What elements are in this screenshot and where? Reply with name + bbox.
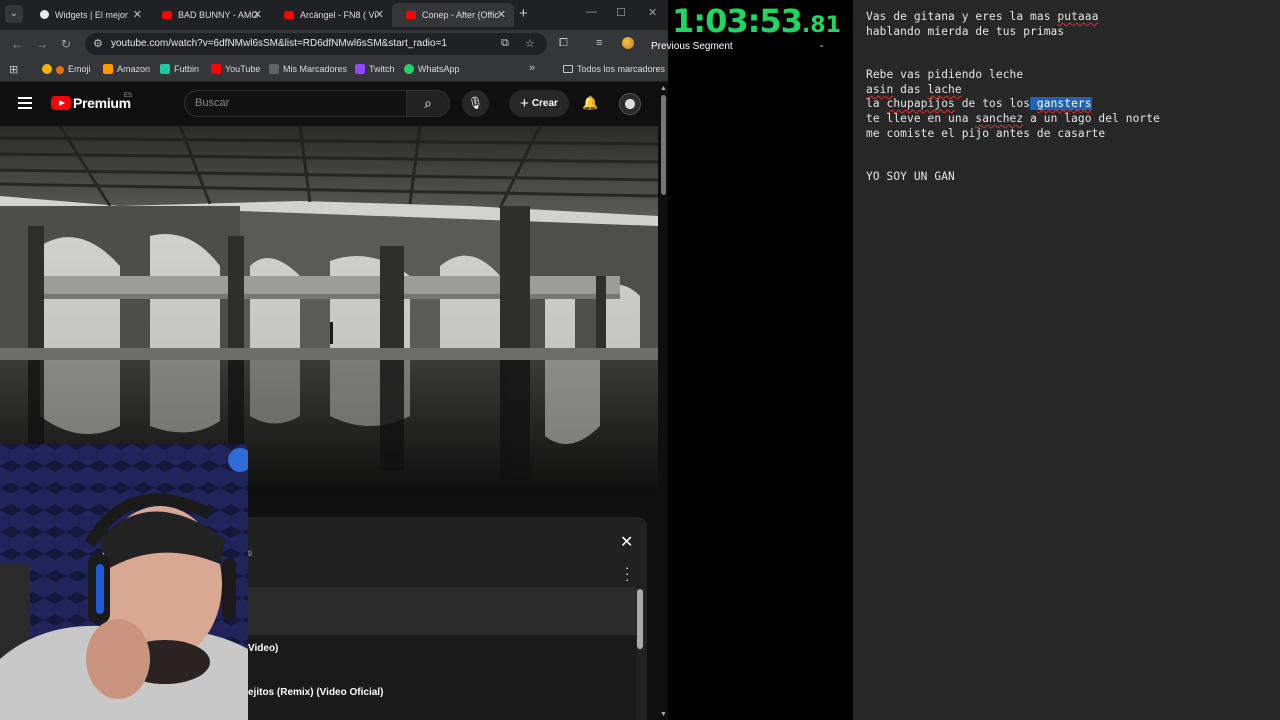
previous-segment-label: Previous Segment — [651, 41, 733, 52]
all-bookmarks-button[interactable]: Todos los marcadores — [563, 64, 665, 74]
bookmarks-bar: ⊞ Emoji Amazon Futbin YouTube Mis Marcad… — [0, 58, 668, 82]
tab-conep-active[interactable]: Conep - After (Offic ✕ — [392, 3, 514, 27]
youtube-favicon-icon — [284, 11, 294, 19]
twitch-icon — [355, 64, 365, 74]
bookmark-emoji[interactable]: Emoji — [42, 64, 91, 74]
scroll-down-icon[interactable]: ▼ — [660, 711, 667, 718]
tab-strip: ⌄ Widgets | El mejor ✕ BAD BUNNY - AMO ✕… — [0, 0, 668, 30]
bookmark-futbin[interactable]: Futbin — [160, 64, 199, 74]
search-input[interactable]: Buscar — [184, 90, 406, 117]
scroll-up-icon[interactable]: ▲ — [660, 85, 667, 92]
microphone-icon[interactable]: 🎙 — [462, 90, 489, 117]
tab-widgets[interactable]: Widgets | El mejor ✕ — [26, 3, 150, 27]
futbin-icon — [160, 64, 170, 74]
playlist-header: ti ✕ · · · — [240, 517, 647, 587]
media-controls-icon[interactable]: ≡ — [596, 37, 602, 49]
extensions-icon[interactable]: ⧠ — [559, 37, 568, 50]
folder-icon — [563, 65, 573, 73]
minimize-icon[interactable]: — — [586, 6, 597, 18]
video-player[interactable] — [0, 126, 658, 496]
forward-icon[interactable]: → — [36, 37, 48, 51]
close-tab-icon[interactable]: ✕ — [497, 3, 506, 27]
youtube-favicon-icon — [406, 11, 416, 19]
more-bookmarks-icon[interactable]: » — [529, 62, 535, 74]
widgets-favicon-icon — [40, 10, 49, 19]
tab-arcangel[interactable]: Arcángel - FN8 ( Vi ✕ — [270, 3, 392, 27]
close-tab-icon[interactable]: ✕ — [133, 3, 142, 27]
back-icon[interactable]: ← — [11, 37, 23, 51]
playlist-item-title: ejitos (Remix) (Video Oficial) — [248, 687, 384, 698]
playlist-panel: ti ✕ · · · Video) ejitos (Remix) (Video Of… — [240, 517, 647, 720]
youtube-premium-logo[interactable]: Premium — [73, 95, 131, 111]
youtube-logo-icon[interactable] — [51, 96, 71, 110]
webcam-overlay — [0, 444, 248, 720]
close-tab-icon[interactable]: ✕ — [375, 3, 384, 27]
youtube-masthead: Premium ES Buscar ⌕ 🎙 + Crear 🔔 — [0, 83, 660, 126]
folder-icon — [269, 64, 279, 74]
close-window-icon[interactable]: ✕ — [648, 6, 657, 19]
scrollbar-thumb[interactable] — [661, 95, 666, 195]
playlist-item[interactable]: Video) — [240, 635, 636, 679]
whatsapp-icon — [404, 64, 414, 74]
previous-segment-value: - — [820, 41, 824, 52]
region-code: ES — [124, 93, 133, 99]
close-tab-icon[interactable]: ✕ — [253, 3, 262, 27]
playlist-item-current[interactable] — [240, 587, 636, 635]
url-text: youtube.com/watch?v=6dfNMwl6sSM&list=RD6… — [111, 38, 447, 49]
more-options-icon[interactable]: · · · — [625, 561, 629, 586]
create-button[interactable]: + Crear — [509, 90, 569, 117]
bookmark-mis-marcadores[interactable]: Mis Marcadores — [269, 64, 347, 74]
note-line: asin das lache — [866, 83, 962, 96]
bookmark-twitch[interactable]: Twitch — [355, 64, 395, 74]
browser-window: ⌄ Widgets | El mejor ✕ BAD BUNNY - AMO ✕… — [0, 0, 668, 720]
bookmark-amazon[interactable]: Amazon — [103, 64, 150, 74]
playlist-item[interactable]: ejitos (Remix) (Video Oficial) — [240, 679, 636, 720]
search-icon[interactable]: ⌕ — [406, 90, 450, 117]
bookmark-whatsapp[interactable]: WhatsApp — [404, 64, 460, 74]
playlist-scrollbar[interactable] — [637, 589, 643, 649]
notifications-bell-icon[interactable]: 🔔 — [582, 95, 598, 111]
profile-avatar[interactable] — [622, 37, 634, 49]
playlist-subtitle: ti — [248, 549, 252, 558]
menu-icon[interactable] — [18, 97, 32, 109]
timer-main: 1:03:53 — [672, 2, 803, 40]
note-line: hablando mierda de tus primas — [866, 25, 1065, 38]
youtube-favicon-icon — [162, 11, 172, 19]
new-tab-button[interactable]: + — [519, 5, 528, 22]
fire-icon — [56, 66, 64, 74]
notes-editor[interactable]: Vas de gitana y eres la mas putaaa habla… — [853, 0, 1280, 720]
channel-avatar[interactable] — [619, 93, 641, 115]
reload-icon[interactable]: ↻ — [61, 37, 71, 51]
timer-centiseconds: .81 — [801, 13, 841, 38]
bookmark-star-icon[interactable]: ☆ — [525, 37, 535, 50]
install-app-icon[interactable]: ⧉ — [501, 37, 509, 50]
note-line: Rebe vas pidiendo leche — [866, 68, 1024, 81]
amazon-icon — [103, 64, 113, 74]
youtube-icon — [211, 64, 221, 74]
browser-toolbar: ← → ↻ ⚙ youtube.com/watch?v=6dfNMwl6sSM&… — [0, 30, 668, 58]
streamer-webcam-image — [0, 444, 248, 720]
close-playlist-icon[interactable]: ✕ — [620, 532, 633, 552]
note-line: YO SOY UN GAN — [866, 170, 955, 183]
note-line: te lleve en una sanchez a un lago del no… — [866, 112, 1160, 125]
page-scrollbar[interactable]: ▲ ▼ — [660, 83, 668, 720]
note-line: la chupapijos de tos los gansters — [866, 97, 1092, 110]
video-frame-image — [0, 126, 658, 496]
maximize-icon[interactable]: ☐ — [616, 6, 626, 19]
tab-search-button[interactable]: ⌄ — [5, 5, 23, 23]
playlist-item-title: Video) — [248, 643, 279, 654]
tab-bad-bunny[interactable]: BAD BUNNY - AMO ✕ — [148, 3, 270, 27]
speedrun-timer-panel: 1:03:53.81 — [668, 0, 853, 720]
apps-grid-icon[interactable]: ⊞ — [9, 63, 18, 76]
note-line: me comiste el pijo antes de casarte — [866, 127, 1106, 140]
note-line: Vas de gitana y eres la mas putaaa — [866, 10, 1099, 23]
address-bar[interactable]: ⚙ youtube.com/watch?v=6dfNMwl6sSM&list=R… — [85, 33, 547, 55]
emoji-icon — [42, 64, 52, 74]
site-info-icon[interactable]: ⚙ — [93, 37, 103, 50]
speedrun-timer: 1:03:53.81 — [672, 2, 841, 40]
bookmark-youtube[interactable]: YouTube — [211, 64, 260, 74]
